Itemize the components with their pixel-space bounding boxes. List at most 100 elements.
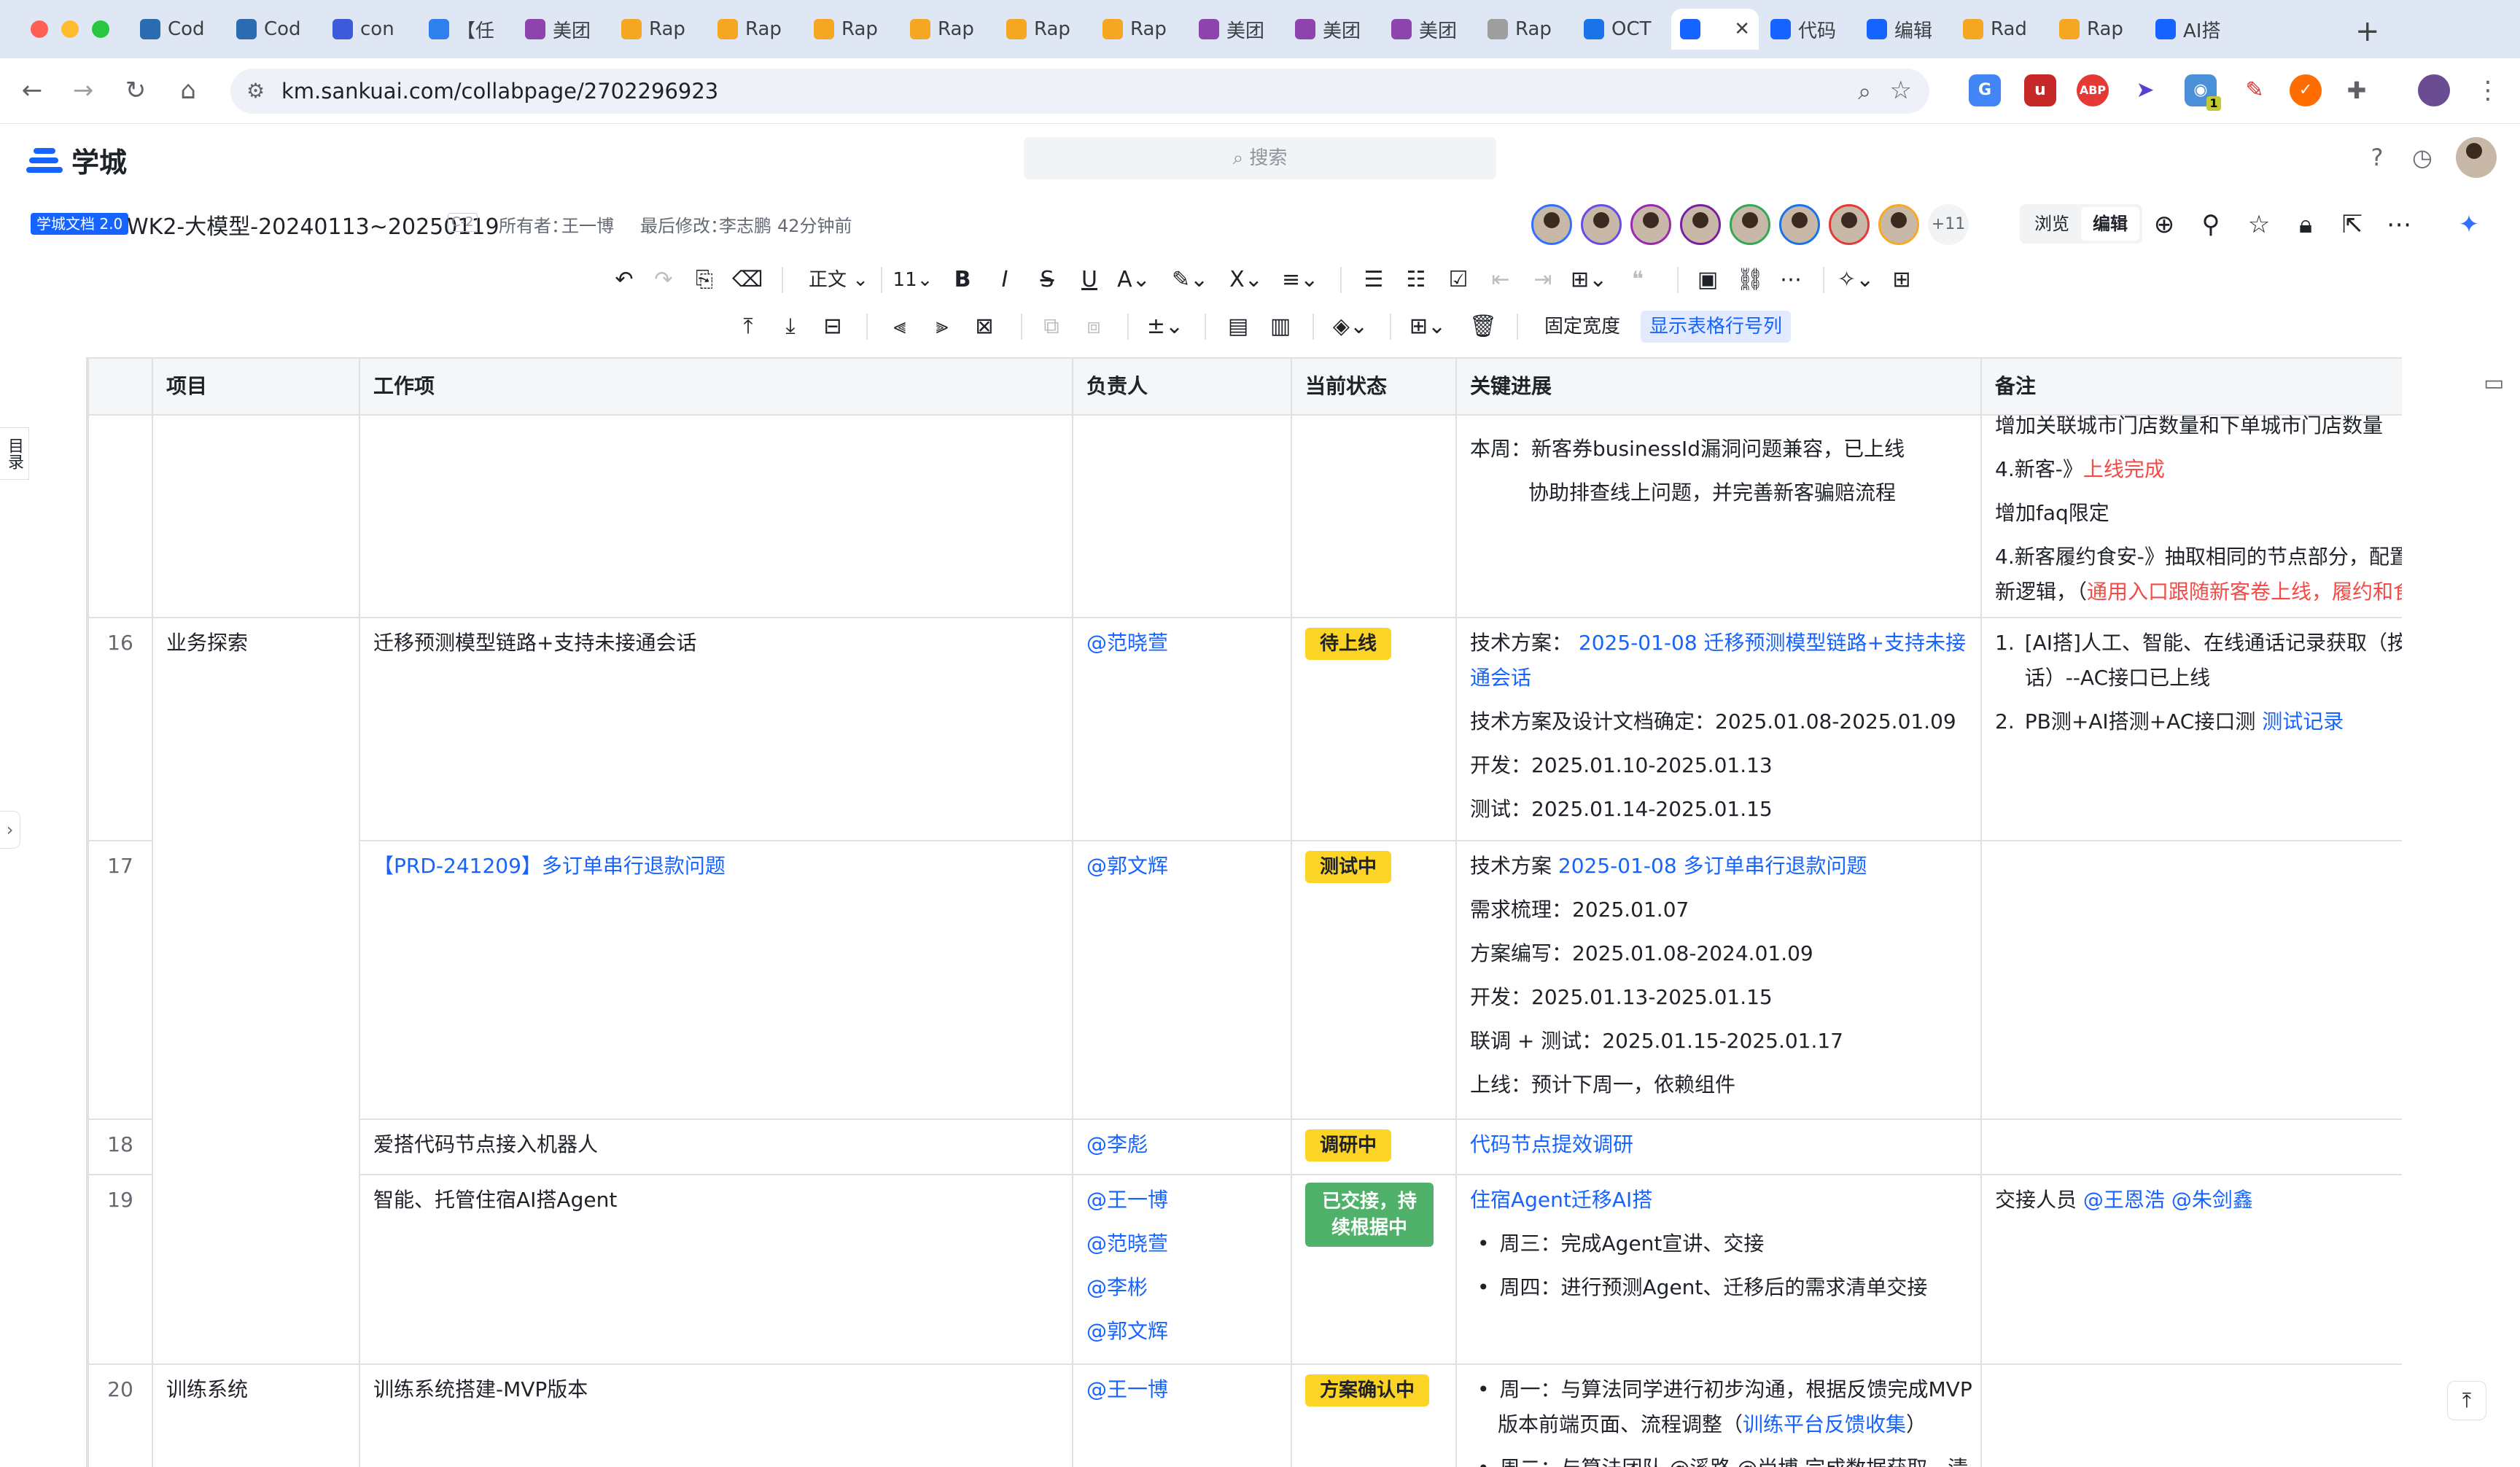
underline-icon[interactable]: U <box>1075 264 1104 296</box>
notes-cell[interactable] <box>1980 1118 2402 1175</box>
browser-tab[interactable]: Rap <box>1094 9 1187 50</box>
italic-icon[interactable]: I <box>990 264 1019 296</box>
work-item-cell[interactable]: 智能、托管住宿AI搭Agent <box>359 1174 1073 1365</box>
owner-mention[interactable]: @范晓萱 <box>1086 626 1278 661</box>
browser-tab[interactable]: 编辑 <box>1858 9 1951 50</box>
collaborator-avatar[interactable] <box>1829 204 1870 245</box>
browser-tab[interactable]: Rap <box>612 9 706 50</box>
pen-extension-icon[interactable]: ✎ <box>2239 74 2271 106</box>
split-cells-icon[interactable]: ⧈ <box>1079 311 1108 343</box>
font-size-select[interactable]: 11⌄ <box>891 264 935 296</box>
app-logo[interactable]: 学城 <box>26 140 127 180</box>
owner-cell[interactable]: @王一博 <box>1072 1363 1292 1467</box>
handover-mention[interactable]: @王恩浩 <box>2083 1188 2165 1212</box>
quote-icon[interactable]: ❝ <box>1623 264 1652 296</box>
column-header[interactable]: 关键进展 <box>1455 357 1982 416</box>
scroll-to-top-icon[interactable]: ⤒ <box>2447 1381 2486 1420</box>
help-icon[interactable]: ? <box>2362 143 2392 172</box>
status-cell[interactable]: 测试中 <box>1291 840 1457 1120</box>
delete-table-icon[interactable]: 🗑︎ <box>1469 311 1498 343</box>
maximize-window-button[interactable] <box>92 20 109 38</box>
browser-tab[interactable]: ✕ <box>1671 9 1759 50</box>
checkbox-list-icon[interactable]: ☑ <box>1444 264 1473 296</box>
notes-cell[interactable]: 1. [AI搭]人工、智能、在线通话记录获取（按 话）--AC接口已上线 2. PB测… <box>1980 617 2402 841</box>
close-window-button[interactable] <box>31 20 48 38</box>
browser-tab[interactable]: Rap <box>998 9 1091 50</box>
prd-link[interactable]: 【PRD-241209】多订单串行退款问题 <box>373 854 726 878</box>
bold-icon[interactable]: B <box>948 264 977 296</box>
vertical-align-icon[interactable]: ±⌄ <box>1145 311 1186 343</box>
feedback-link[interactable]: 训练平台反馈收集 <box>1743 1412 1906 1436</box>
insert-row-below-icon[interactable]: ⤓ <box>776 311 805 343</box>
collaborator-avatar[interactable] <box>1531 204 1572 245</box>
profile-avatar[interactable] <box>2418 74 2450 106</box>
work-item-cell[interactable] <box>359 414 1073 618</box>
browser-tab[interactable]: 美团 <box>1286 9 1380 50</box>
link-icon[interactable]: ⛓ <box>1735 264 1765 296</box>
work-item-cell[interactable]: 训练系统搭建-MVP版本 <box>359 1363 1073 1467</box>
browser-tab[interactable]: Rap <box>1479 9 1572 50</box>
adblock-extension-icon[interactable]: ABP <box>2077 74 2109 106</box>
browser-tab[interactable]: Cod <box>131 9 225 50</box>
browser-tab[interactable]: Rap <box>805 9 898 50</box>
notes-cell[interactable]: 增加关联城市门店数量和下单城市门店数量 4.新客-》上线完成 增加faq限定 4… <box>1980 413 2402 618</box>
research-link[interactable]: 代码节点提效调研 <box>1470 1132 1633 1156</box>
site-settings-icon[interactable]: ⚙ <box>246 79 265 103</box>
notes-cell[interactable]: 交接人员 @王恩浩 @朱剑鑫 <box>1980 1174 2402 1365</box>
status-badge[interactable]: 测试中 <box>1305 851 1392 883</box>
browser-tab[interactable]: 美团 <box>516 9 610 50</box>
extension-with-badge-icon[interactable]: ◉ 1 <box>2185 74 2221 111</box>
translate-extension-icon[interactable]: G <box>1969 74 2001 106</box>
header-col-icon[interactable]: ▥ <box>1266 311 1295 343</box>
numbered-list-icon[interactable]: ☷ <box>1401 264 1431 296</box>
clear-format-icon[interactable]: ⌫ <box>732 264 763 296</box>
owner-mention[interactable]: @郭文辉 <box>1086 849 1278 884</box>
omnibox[interactable]: ⚙ km.sankuai.com/collabpage/2702296923 ⌕… <box>230 69 1929 114</box>
width-mode-select[interactable]: 固定宽度⌄ <box>1537 311 1628 370</box>
owner-cell[interactable]: @范晓萱 <box>1072 617 1292 841</box>
ai-assist-icon[interactable]: ✧⌄ <box>1838 264 1874 296</box>
project-cell[interactable] <box>152 414 360 618</box>
mode-toggle[interactable]: 浏览 编辑 <box>2020 204 2142 244</box>
owner-mention[interactable]: @王一博 <box>1086 1372 1278 1407</box>
project-cell[interactable]: 业务探索 <box>152 617 360 1365</box>
arrow-extension-icon[interactable]: ➤ <box>2129 74 2161 106</box>
undo-icon[interactable]: ↶ <box>610 264 639 296</box>
progress-cell[interactable]: 技术方案 2025-01-08 多订单串行退款问题 需求梳理：2025.01.0… <box>1455 840 1982 1120</box>
delete-col-icon[interactable]: ⊠ <box>970 311 999 343</box>
collaborator-avatar[interactable] <box>1680 204 1721 245</box>
last-modified-by[interactable]: 李志鹏 <box>719 211 771 237</box>
more-collaborators-count[interactable]: +11 <box>1928 204 1969 245</box>
status-cell[interactable]: 待上线 <box>1291 617 1457 841</box>
permission-lock-icon[interactable]: 🔒︎ <box>2290 209 2322 241</box>
column-header[interactable]: 备注 <box>1980 357 2402 416</box>
view-mode-button[interactable]: 浏览 <box>2023 207 2081 241</box>
grid-apps-icon[interactable]: ⊞ <box>1887 264 1916 296</box>
progress-cell[interactable]: 代码节点提效调研 <box>1455 1118 1982 1175</box>
comment-icon[interactable]: ▭ <box>2484 370 2504 396</box>
more-insert-icon[interactable]: ⋯ <box>1776 264 1805 296</box>
border-icon[interactable]: ⊞⌄ <box>1407 311 1448 343</box>
migration-link[interactable]: 住宿Agent迁移AI搭 <box>1470 1183 1967 1218</box>
status-badge[interactable]: 已交接，持续根据中 <box>1305 1183 1434 1247</box>
owner-cell[interactable]: @王一博 @范晓萱 @李彬 @郭文辉 <box>1072 1174 1292 1365</box>
strikethrough-icon[interactable]: S <box>1032 264 1062 296</box>
collaborator-avatar[interactable] <box>1878 204 1919 245</box>
format-painter-icon[interactable]: ⎘ <box>690 264 719 296</box>
bullet-list-icon[interactable]: ☰ <box>1359 264 1388 296</box>
home-icon[interactable]: ⌂ <box>174 76 203 105</box>
ublock-extension-icon[interactable]: u <box>2024 74 2056 106</box>
page-title[interactable]: WK2-大模型-20240113~20250119 <box>127 209 499 241</box>
align-icon[interactable]: ≡⌄ <box>1282 264 1318 296</box>
merge-cells-icon[interactable]: ⧉ <box>1037 311 1066 343</box>
table-insert-icon[interactable]: ⊞⌄ <box>1571 264 1607 296</box>
browser-tab[interactable]: 美团 <box>1382 9 1476 50</box>
zoom-icon[interactable]: ⌕ <box>1858 77 1871 106</box>
extensions-puzzle-icon[interactable]: ✚ <box>2341 74 2373 106</box>
browser-tab[interactable]: 代码 <box>1762 9 1855 50</box>
browser-tab[interactable]: Rap <box>2050 9 2144 50</box>
outdent-icon[interactable]: ⇤ <box>1486 264 1515 296</box>
subscript-icon[interactable]: X⌄ <box>1228 264 1264 296</box>
owner-cell[interactable]: @郭文辉 <box>1072 840 1292 1120</box>
status-cell[interactable]: 调研中 <box>1291 1118 1457 1175</box>
